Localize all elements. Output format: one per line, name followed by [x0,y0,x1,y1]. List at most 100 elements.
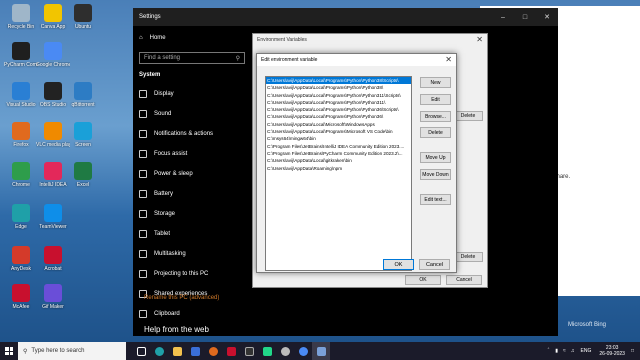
desktop-icon[interactable]: TeamViewer [36,204,70,230]
sidebar-item[interactable]: Multitasking [133,244,251,264]
desktop-icon[interactable]: Excel [66,162,100,188]
chevron-up-icon[interactable]: ˆ [548,348,550,354]
desktop-icon[interactable]: Ubuntu [66,4,100,30]
sidebar-item[interactable]: Focus assist [133,144,251,164]
path-list-item[interactable]: C:\Users\avij\AppData\Local\Programs\Pyt… [266,84,411,91]
desktop-icon[interactable]: PyCharm Commun.. [4,42,38,68]
sidebar-item[interactable]: Display [133,84,251,104]
new-button[interactable]: New [420,77,451,88]
desktop-icon[interactable]: Recycle Bin [4,4,38,30]
task-view-icon[interactable] [132,342,150,360]
desktop-icon[interactable]: IntelliJ IDEA [36,162,70,188]
sidebar-item[interactable]: Power & sleep [133,164,251,184]
path-list-item[interactable]: C:\Users\avij\AppData\Local\Programs\Pyt… [266,106,411,113]
sidebar-item-label: Power & sleep [154,171,193,177]
maximize-icon[interactable]: □ [514,8,536,26]
path-list-item[interactable]: C:\Users\avij\AppData\Local\Programs\Pyt… [266,113,411,120]
path-list-item[interactable]: C:\Program Files\JetBrains\PyCharm Commu… [266,150,411,157]
path-list-item[interactable]: C:\Users\avij\AppData\Local\Programs\Pyt… [266,92,411,99]
file-explorer-icon[interactable] [168,342,186,360]
chrome-icon[interactable] [294,342,312,360]
desktop-icon[interactable]: Screen [66,122,100,148]
path-list[interactable]: C:\Users\avij\AppData\Local\Programs\Pyt… [265,76,412,271]
terminal-icon[interactable] [240,342,258,360]
home-link[interactable]: ⌂ Home [133,30,251,46]
sidebar-item-label: Sound [154,111,172,117]
desktop-icon[interactable]: qBittorrent [66,82,100,108]
cancel-button[interactable]: Cancel [419,259,450,270]
delete-button[interactable]: Delete [420,127,451,138]
close-icon[interactable]: ✕ [536,8,558,26]
desktop-icon[interactable]: Visual Studio [4,82,38,108]
sidebar-item[interactable]: Sound [133,104,251,124]
desktop-icon[interactable]: McAfee [4,284,38,310]
system-tray: ˆ ▮ ≈ ♫ ENG 23:03 26-09-2023 □ [548,342,634,360]
taskbar-search-input[interactable]: ⚲ Type here to search [18,342,126,360]
desktop-icon-label: Canva App [40,24,66,30]
edit-dialog-title: Edit environment variable [257,54,456,66]
path-list-item[interactable]: C:\Users\avij\AppData\Local\Programs\Pyt… [266,99,411,106]
system-properties-icon[interactable] [312,342,330,360]
battery-tray-icon[interactable]: ▮ [555,348,558,354]
sidebar-item[interactable]: Tablet [133,224,251,244]
store-icon[interactable] [186,342,204,360]
path-list-item[interactable]: C:\Users\avij\AppData\Local\gitkraken\bi… [266,157,411,164]
focus-assist-icon [139,150,147,158]
sidebar-item[interactable]: Notifications & actions [133,124,251,144]
desktop-icon-label: Screen [75,142,91,148]
sidebar-item[interactable]: Storage [133,204,251,224]
move-up-button[interactable]: Move Up [420,152,451,163]
desktop-icon[interactable]: Edge [4,204,38,230]
envvars-delete-button[interactable]: Delete [453,111,483,121]
pdf-icon[interactable] [222,342,240,360]
desktop-icon[interactable]: Acrobat [36,246,70,272]
path-list-item[interactable]: C:\Program Files\JetBrains\IntelliJ IDEA… [266,143,411,150]
desktop-icon[interactable]: Google Chrome [36,42,70,68]
firefox-icon[interactable] [204,342,222,360]
minimize-icon[interactable]: – [492,8,514,26]
browse-button[interactable]: Browse... [420,111,451,122]
pycharm-icon[interactable] [258,342,276,360]
clock[interactable]: 23:03 26-09-2023 [599,345,625,357]
sidebar-item[interactable]: Shared experiences [133,284,251,304]
edit-text-button[interactable]: Edit text... [420,194,451,205]
desktop-icon[interactable]: Gif Maker [36,284,70,310]
ok-button[interactable]: OK [383,259,414,270]
wifi-icon[interactable]: ≈ [563,348,566,354]
start-button[interactable] [0,342,18,360]
app-icon [44,42,62,60]
tablet-icon [139,230,147,238]
move-down-button[interactable]: Move Down [420,169,451,180]
path-list-item[interactable]: C:\msys64\mingw64\bin [266,135,411,142]
sidebar-item[interactable]: Battery [133,184,251,204]
desktop-icon[interactable]: Firefox [4,122,38,148]
path-list-item[interactable]: C:\Users\avij\AppData\Local\Programs\Pyt… [266,77,411,85]
desktop-icon[interactable]: VLC media player [36,122,70,148]
close-icon[interactable]: ✕ [445,55,452,64]
path-list-item[interactable]: C:\Users\avij\AppData\Local\Microsoft\Wi… [266,121,411,128]
envvars-delete-button-2[interactable]: Delete [453,252,483,262]
settings-gear-icon[interactable] [276,342,294,360]
path-list-item[interactable]: C:\Users\avij\AppData\Roaming\npm [266,165,411,172]
clock-date: 26-09-2023 [599,351,625,357]
desktop-icon[interactable]: OBS Studio [36,82,70,108]
desktop-icon[interactable]: Canva App [36,4,70,30]
sidebar-item[interactable]: Projecting to this PC [133,264,251,284]
language-indicator[interactable]: ENG [581,348,592,354]
desktop-icon[interactable]: Chrome [4,162,38,188]
envvars-ok-button[interactable]: OK [405,275,441,285]
app-icon [44,246,62,264]
settings-search-input[interactable]: Find a setting ⚲ [139,52,245,64]
envvars-cancel-button[interactable]: Cancel [446,275,482,285]
sidebar-item[interactable]: Clipboard [133,304,251,324]
desktop-icon[interactable]: AnyDesk [4,246,38,272]
sidebar-items: Display Sound Notifications & actions Focus… [133,84,251,324]
close-icon[interactable]: ✕ [476,35,483,44]
edge-icon[interactable] [150,342,168,360]
notification-icon[interactable]: □ [631,348,634,354]
rename-pc-link[interactable]: Rename this PC (advanced) [144,295,219,301]
path-list-item[interactable]: C:\Users\avij\AppData\Local\Programs\Mic… [266,128,411,135]
desktop-icon-label: IntelliJ IDEA [39,182,67,188]
edit-button[interactable]: Edit [420,94,451,105]
volume-icon[interactable]: ♫ [571,348,575,354]
